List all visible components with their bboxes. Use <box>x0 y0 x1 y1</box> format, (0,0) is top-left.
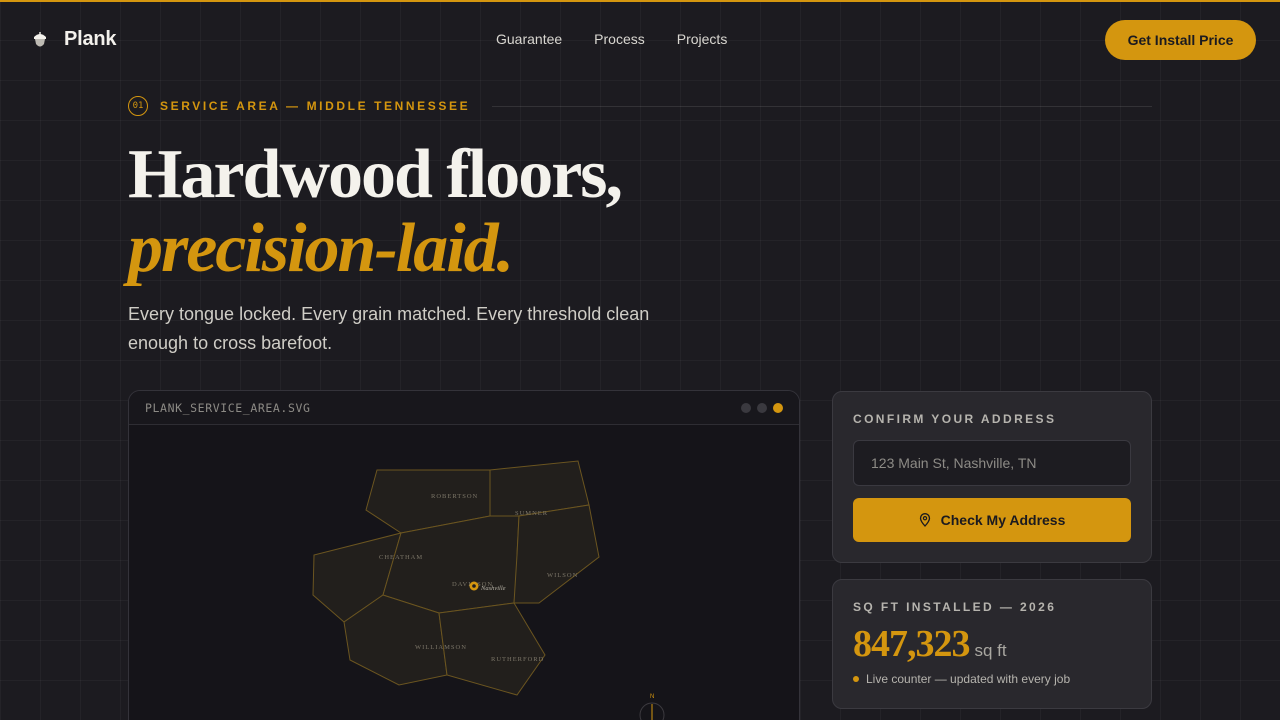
county-label-wilson: WILSON <box>547 572 578 579</box>
get-install-price-button[interactable]: Get Install Price <box>1105 20 1256 60</box>
compass-north-label: N <box>650 694 654 700</box>
county-label-williamson: WILLIAMSON <box>415 644 467 651</box>
county-label-sumner: SUMNER <box>515 510 548 517</box>
counter-value: 847,323 <box>853 623 970 665</box>
brand[interactable]: Plank <box>30 28 117 51</box>
window-dot-active <box>773 402 783 413</box>
map-pin-icon <box>919 513 930 527</box>
county-label-robertson: ROBERTSON <box>431 493 478 500</box>
service-area-map[interactable]: ROBERTSON SUMNER CHEATHAM DAVIDSON WILSO… <box>129 425 800 720</box>
window-dots <box>741 402 783 413</box>
section-number: 01 <box>128 96 148 116</box>
county-label-rutherford: RUTHERFORD <box>491 656 544 663</box>
compass-icon: N <box>639 694 665 720</box>
top-accent-bar <box>0 0 1280 2</box>
confirm-address-card: CONFIRM YOUR ADDRESS Check My Address <box>832 391 1152 563</box>
window-dot <box>741 402 751 413</box>
nav-item-projects[interactable]: Projects <box>677 31 728 47</box>
check-address-label: Check My Address <box>940 512 1066 528</box>
check-address-button[interactable]: Check My Address <box>853 498 1131 542</box>
window-dot <box>757 402 767 413</box>
address-input[interactable] <box>853 440 1131 486</box>
hero-subheadline: Every tongue locked. Every grain matched… <box>128 304 650 353</box>
counter-card-label: SQ FT INSTALLED — 2026 <box>853 600 1057 614</box>
address-card-label: CONFIRM YOUR ADDRESS <box>853 412 1057 426</box>
section-label: SERVICE AREA — MIDDLE TENNESSEE <box>160 99 471 113</box>
city-label-nashville: Nashville <box>480 585 506 592</box>
hero-headline: Hardwood floors, precision-laid. <box>128 136 623 287</box>
main-nav: Guarantee Process Projects <box>496 31 727 47</box>
section-eyebrow: 01 SERVICE AREA — MIDDLE TENNESSEE <box>128 96 1152 116</box>
headline-line-1: Hardwood floors, <box>128 136 623 213</box>
counter-row: 847,323 sq ft <box>853 622 1131 666</box>
county-wilson <box>513 504 600 604</box>
map-title: PLANK_SERVICE_AREA.SVG <box>145 400 311 415</box>
nav-item-guarantee[interactable]: Guarantee <box>496 31 562 47</box>
divider <box>492 105 1152 107</box>
headline-line-2: precision-laid. <box>128 210 514 287</box>
counter-unit: sq ft <box>974 641 1007 660</box>
live-status-text: Live counter — updated with every job <box>866 672 1071 686</box>
sqft-counter-card: SQ FT INSTALLED — 2026 847,323 sq ft Liv… <box>832 579 1152 709</box>
service-area-map-panel: PLANK_SERVICE_AREA.SVG ROBERTSON SUMNER … <box>128 390 800 720</box>
brand-name: Plank <box>64 28 117 50</box>
nav-item-process[interactable]: Process <box>594 31 645 47</box>
live-status: Live counter — updated with every job <box>853 672 1131 686</box>
county-label-cheatham: CHEATHAM <box>379 554 423 561</box>
live-indicator-icon <box>853 676 859 682</box>
acorn-icon <box>34 31 46 46</box>
map-title-bar: PLANK_SERVICE_AREA.SVG <box>129 391 799 425</box>
